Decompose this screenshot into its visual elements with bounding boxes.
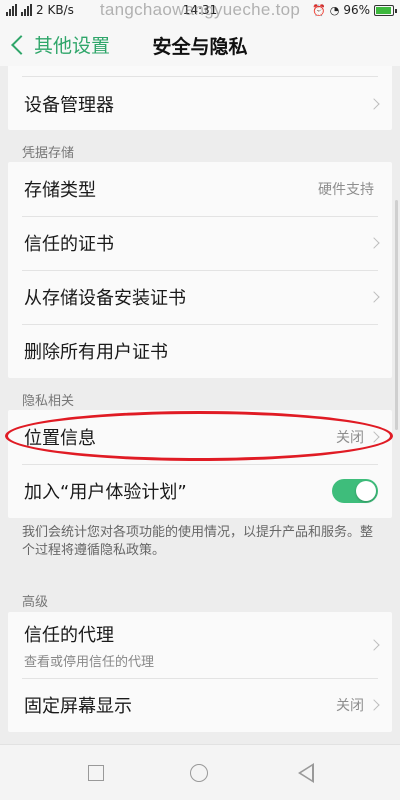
row-value: 硬件支持 (318, 182, 374, 198)
chevron-right-icon (368, 431, 380, 443)
row-storage-type[interactable]: 存储类型 硬件支持 (8, 162, 392, 216)
row-label: 信任的证书 (24, 234, 114, 255)
scrollbar[interactable] (395, 200, 398, 430)
row-label: 存储类型 (24, 180, 96, 201)
row-subtitle: 查看或停用信任的代理 (24, 654, 155, 670)
chevron-right-icon (368, 699, 380, 711)
top-bar: 其他设置 安全与隐私 (0, 22, 400, 66)
recent-apps-icon[interactable] (88, 765, 104, 781)
row-label: 从存储设备安装证书 (24, 288, 186, 309)
row-value: 关闭 (336, 430, 364, 446)
row-device-admin[interactable]: 设备管理器 (8, 77, 392, 131)
section-header-advanced: 高级 (22, 595, 49, 610)
row-remove-all-certs[interactable]: 删除所有用户证书 (8, 324, 392, 378)
chevron-right-icon (368, 639, 380, 651)
row-label: 设备管理器 (24, 95, 114, 116)
home-icon[interactable] (190, 764, 208, 782)
row-label: 位置信息 (24, 428, 96, 449)
chevron-right-icon (368, 237, 380, 249)
card-privacy: 位置信息 关闭 加入“用户体验计划” (8, 410, 392, 518)
row-location[interactable]: 位置信息 关闭 (8, 410, 392, 464)
row-install-from-storage[interactable]: 从存储设备安装证书 (8, 270, 392, 324)
privacy-description: 我们会统计您对各项功能的使用情况，以提升产品和服务。整个过程将遵循隐私政策。 (22, 525, 374, 558)
card-credential-storage: 存储类型 硬件支持 信任的证书 从存储设备安装证书 删除所有用户证书 (8, 162, 392, 378)
card-device-admin: 设备管理器 (8, 66, 392, 130)
row-trusted-certs[interactable]: 信任的证书 (8, 216, 392, 270)
card-advanced: 信任的代理 查看或停用信任的代理 固定屏幕显示 关闭 (8, 612, 392, 732)
row-trust-agents[interactable]: 信任的代理 查看或停用信任的代理 (8, 612, 392, 678)
watermark: tangchaowangyueche.top (99, 0, 301, 19)
row-label: 固定屏幕显示 (24, 696, 132, 717)
section-header-privacy: 隐私相关 (22, 394, 75, 409)
status-bar: 2 KB/s 14:31 ⏰ ◔ 96% tangchaowangyueche.… (0, 0, 400, 22)
row-ux-plan[interactable]: 加入“用户体验计划” (8, 464, 392, 518)
row-screen-pinning[interactable]: 固定屏幕显示 关闭 (8, 678, 392, 732)
chevron-right-icon (368, 98, 380, 110)
row-label: 信任的代理 (24, 624, 114, 646)
row-value: 关闭 (336, 698, 364, 714)
row-label: 加入“用户体验计划” (24, 482, 187, 503)
navigation-bar (0, 744, 400, 800)
row-label: 删除所有用户证书 (24, 342, 168, 363)
section-header-credential-storage: 凭据存储 (22, 146, 75, 161)
chevron-right-icon (368, 291, 380, 303)
toggle-knob (356, 481, 376, 501)
back-triangle-icon[interactable] (298, 763, 314, 783)
ux-plan-toggle[interactable] (332, 479, 378, 503)
page-title: 安全与隐私 (152, 36, 248, 58)
